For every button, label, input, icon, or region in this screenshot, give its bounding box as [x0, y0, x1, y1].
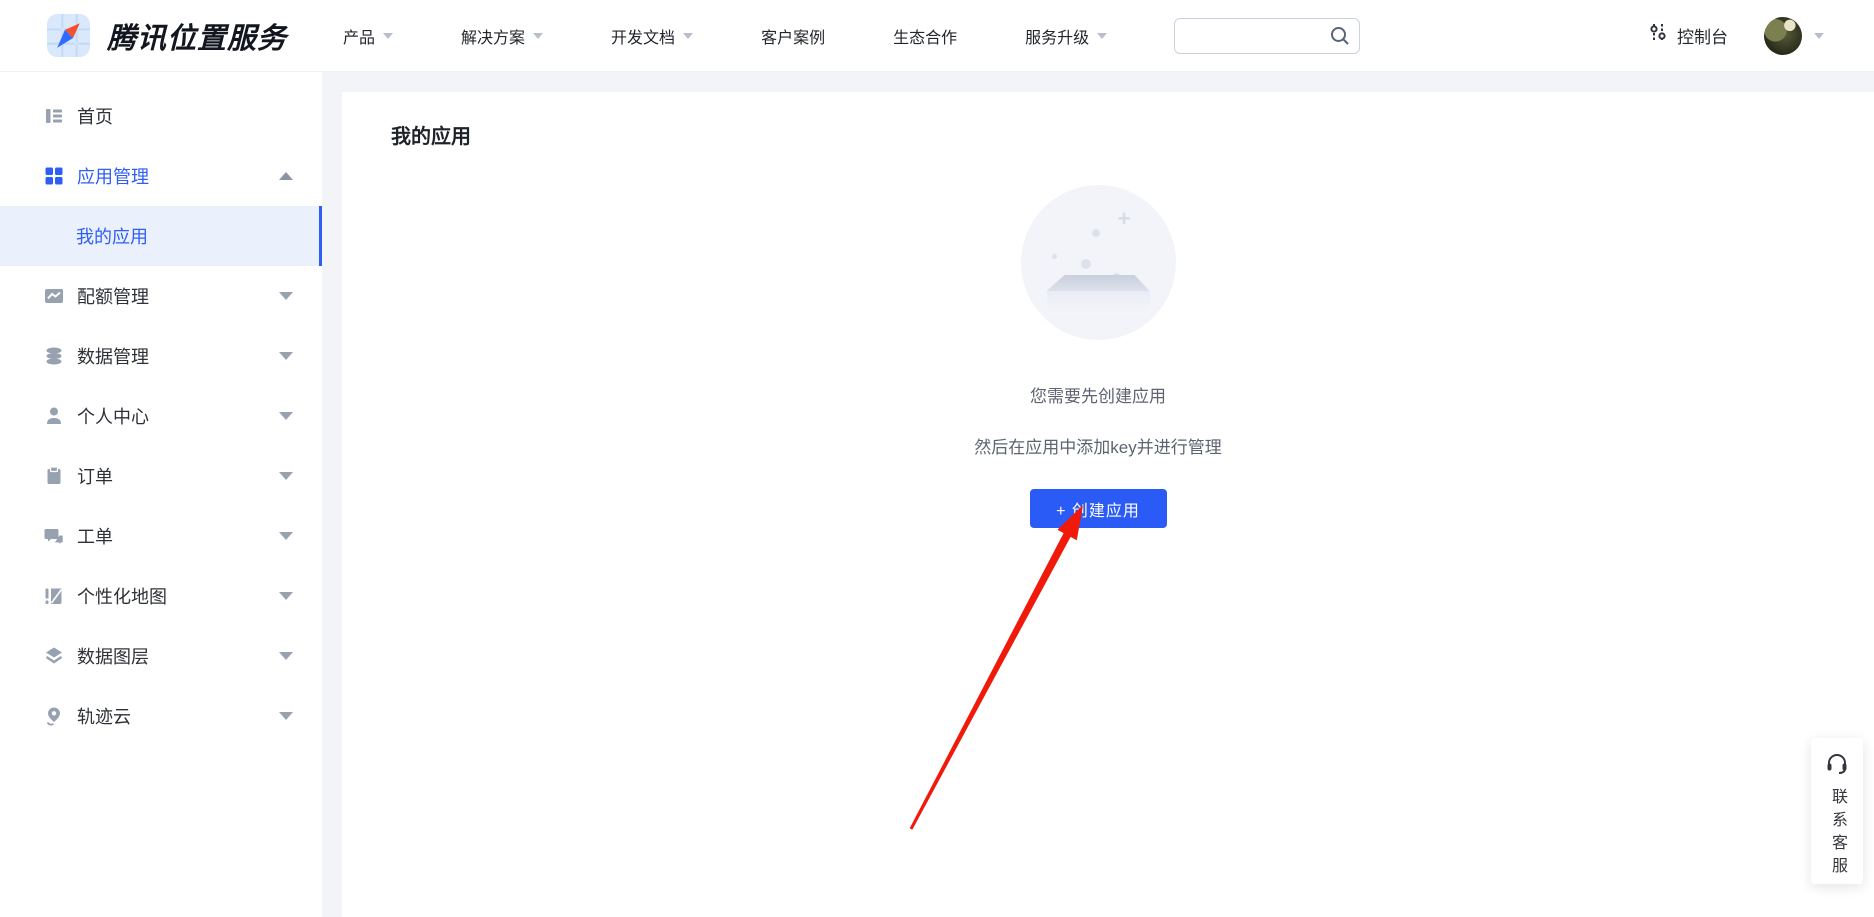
main-area: 我的应用 + 您需要先创建应用 然后在应用中添加key并进行管理 + 创建应用	[322, 72, 1874, 917]
chevron-down-icon	[1097, 33, 1107, 39]
nav-item-label: 服务升级	[1025, 24, 1089, 48]
sidebar-item-label: 数据图层	[77, 643, 149, 669]
sidebar-item-label: 应用管理	[77, 163, 149, 189]
sidebar-item-label: 个人中心	[77, 403, 149, 429]
nav-item-label: 生态合作	[893, 24, 957, 48]
sidebar-item-label: 我的应用	[76, 223, 148, 249]
sidebar-item-label: 订单	[77, 463, 113, 489]
sidebar-item-personal[interactable]: 个人中心	[0, 386, 322, 446]
nav-item-label: 开发文档	[611, 24, 675, 48]
sidebar-item-label: 轨迹云	[77, 703, 131, 729]
sidebar-item-label: 首页	[77, 103, 113, 129]
nav-item-solutions[interactable]: 解决方案	[461, 24, 543, 48]
page-title: 我的应用	[342, 92, 1874, 149]
sidebar-item-data-manage[interactable]: 数据管理	[0, 326, 322, 386]
console-link[interactable]: 控制台	[1648, 22, 1728, 49]
chevron-down-icon	[279, 592, 293, 600]
nav-item-upgrade[interactable]: 服务升级	[1025, 24, 1107, 48]
sidebar-item-app-manage[interactable]: 应用管理	[0, 146, 322, 206]
top-nav-menu: 产品 解决方案 开发文档 客户案例 生态合作 服务升级	[343, 24, 1107, 48]
sidebar-item-home[interactable]: 首页	[0, 86, 322, 146]
headset-icon	[1825, 751, 1849, 780]
sidebar-item-quota[interactable]: 配额管理	[0, 266, 322, 326]
custom-map-icon	[44, 586, 64, 606]
chevron-down-icon	[279, 712, 293, 720]
chevron-down-icon	[279, 352, 293, 360]
nav-item-label: 客户案例	[761, 24, 825, 48]
nav-item-label: 解决方案	[461, 24, 525, 48]
sidebar-item-my-apps[interactable]: 我的应用	[0, 206, 322, 266]
chevron-down-icon	[383, 33, 393, 39]
header-search	[1174, 18, 1360, 54]
plus-sparkle-icon: +	[1117, 211, 1132, 226]
sidebar-item-label: 配额管理	[77, 283, 149, 309]
empty-state: + 您需要先创建应用 然后在应用中添加key并进行管理 + 创建应用	[888, 185, 1308, 528]
sidebar-item-data-layers[interactable]: 数据图层	[0, 626, 322, 686]
chevron-down-icon	[279, 652, 293, 660]
chart-icon	[44, 286, 64, 306]
contact-support-label: 联系客服	[1825, 788, 1849, 880]
clipboard-icon	[44, 466, 64, 486]
sidebar-item-orders[interactable]: 订单	[0, 446, 322, 506]
chat-icon	[44, 526, 64, 546]
sidebar-item-track-cloud[interactable]: 轨迹云	[0, 686, 322, 746]
nav-item-ecosystem[interactable]: 生态合作	[893, 24, 957, 48]
top-navbar: 腾讯位置服务 产品 解决方案 开发文档 客户案例 生态合作 服务升级 控制台	[0, 0, 1874, 72]
empty-hint-line2: 然后在应用中添加key并进行管理	[888, 433, 1308, 458]
console-label: 控制台	[1677, 23, 1728, 48]
sidebar-item-label: 工单	[77, 523, 113, 549]
chevron-down-icon	[683, 33, 693, 39]
chevron-down-icon	[279, 532, 293, 540]
layers-icon	[44, 646, 64, 666]
database-icon	[44, 346, 64, 366]
chevron-down-icon	[279, 412, 293, 420]
sidebar-item-label: 数据管理	[77, 343, 149, 369]
sidebar-item-label: 个性化地图	[77, 583, 167, 609]
sliders-icon	[1648, 22, 1668, 49]
nav-item-products[interactable]: 产品	[343, 24, 393, 48]
nav-item-docs[interactable]: 开发文档	[611, 24, 693, 48]
home-list-icon	[44, 106, 64, 126]
sidebar-nav: 首页应用管理我的应用配额管理数据管理个人中心订单工单个性化地图数据图层轨迹云	[0, 72, 322, 917]
sidebar-item-tickets[interactable]: 工单	[0, 506, 322, 566]
user-avatar[interactable]	[1764, 17, 1802, 55]
sidebar-item-custom-map[interactable]: 个性化地图	[0, 566, 322, 626]
chevron-down-icon	[279, 472, 293, 480]
track-pin-icon	[44, 706, 64, 726]
empty-hint-line1: 您需要先创建应用	[888, 382, 1308, 407]
brand-title: 腾讯位置服务	[107, 15, 287, 57]
user-icon	[44, 406, 64, 426]
content-card: 我的应用 + 您需要先创建应用 然后在应用中添加key并进行管理 + 创建应用	[342, 92, 1874, 917]
nav-item-cases[interactable]: 客户案例	[761, 24, 825, 48]
chevron-down-icon[interactable]	[1814, 33, 1824, 39]
nav-item-label: 产品	[343, 24, 375, 48]
chevron-down-icon	[279, 292, 293, 300]
search-icon[interactable]	[1329, 25, 1351, 52]
create-app-button[interactable]: + 创建应用	[1030, 489, 1167, 528]
grid-icon	[44, 166, 64, 186]
brand-logo-icon	[46, 13, 91, 58]
chevron-down-icon	[533, 33, 543, 39]
contact-support-widget[interactable]: 联系客服	[1811, 738, 1863, 884]
chevron-up-icon	[279, 172, 293, 180]
empty-box-illustration: +	[1021, 185, 1176, 340]
